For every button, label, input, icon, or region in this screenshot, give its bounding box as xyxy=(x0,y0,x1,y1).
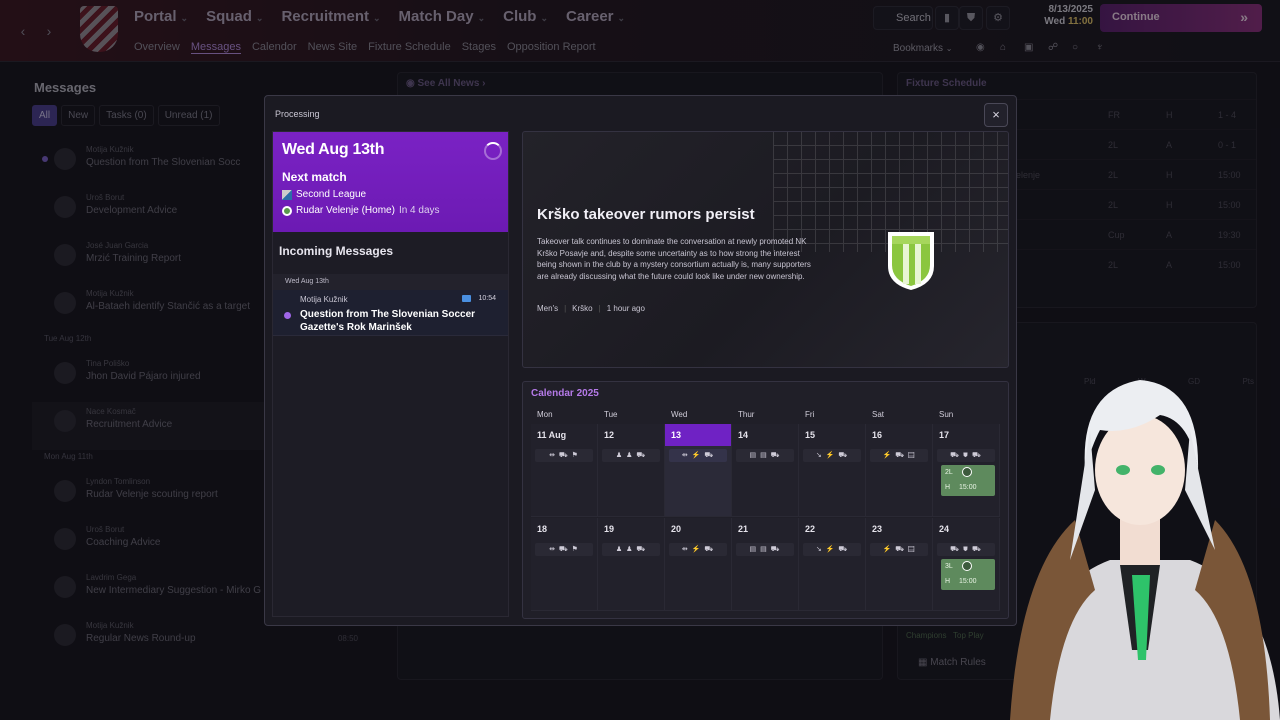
news-tag-club: Krško xyxy=(572,304,593,313)
calendar-match[interactable]: 2L H 15:00 xyxy=(941,465,995,496)
weekday-label: Thur xyxy=(738,410,755,419)
weekday-label: Fri xyxy=(805,410,815,419)
calendar-day[interactable]: 20 ⇹ ⚡ ⛟ xyxy=(665,518,732,611)
match-competition: 2L xyxy=(945,469,953,476)
opponent-name: Rudar Velenje (Home) xyxy=(296,205,395,216)
match-venue: H xyxy=(945,578,951,585)
opponent-badge-icon xyxy=(962,467,972,477)
unread-dot xyxy=(284,312,291,319)
competition-name: Second League xyxy=(296,189,367,200)
countdown: In 4 days xyxy=(398,205,440,216)
day-activities-icons[interactable]: ▤ ▤ ⛟ xyxy=(736,449,794,462)
competition-row: Second League xyxy=(282,189,499,200)
news-card[interactable]: Krško takeover rumors persist Takeover t… xyxy=(522,131,1009,368)
weekday-label: Tue xyxy=(604,410,618,419)
day-number: 12 xyxy=(604,430,615,440)
day-number: 11 Aug xyxy=(537,430,567,440)
chat-icon xyxy=(462,295,471,302)
calendar-day[interactable]: 17 ⛟ ⛊ ⛟ 2L H 15:00 xyxy=(933,424,1000,517)
modal-title: Processing xyxy=(275,109,320,119)
news-body: Takeover talk continues to dominate the … xyxy=(537,237,811,282)
day-activities-icons[interactable]: ♟ ♟ ⛟ xyxy=(602,543,660,556)
calendar-grid: 11 Aug ⇹ ⛟ ⚑ 12 ♟ ♟ ⛟ 13 ⇹ ⚡ ⛟ 14 ▤ ▤ ⛟ 15 ↘ ⚡ ⛟ 1… xyxy=(531,424,1001,611)
processing-panel: Wed Aug 13th Next match Second League Ru… xyxy=(272,131,509,617)
calendar-day[interactable]: 14 ▤ ▤ ⛟ xyxy=(732,424,799,517)
day-activities-icons[interactable]: ⚡ ⛟ ▤ xyxy=(870,449,928,462)
close-button[interactable]: × xyxy=(984,103,1008,127)
day-activities-icons[interactable]: ⇹ ⛟ ⚑ xyxy=(535,543,593,556)
day-activities-icons[interactable]: ↘ ⚡ ⛟ xyxy=(803,449,861,462)
day-number: 14 xyxy=(738,430,749,440)
calendar-day[interactable]: 18 ⇹ ⛟ ⚑ xyxy=(531,518,598,611)
day-activities-icons[interactable]: ↘ ⚡ ⛟ xyxy=(803,543,861,556)
processing-date: Wed Aug 13th xyxy=(282,141,385,158)
weekday-label: Sun xyxy=(939,410,954,419)
match-venue: H xyxy=(945,484,951,491)
processing-header: Wed Aug 13th Next match Second League Ru… xyxy=(273,132,508,232)
calendar-match[interactable]: 3L H 15:00 xyxy=(941,559,995,590)
day-activities-icons[interactable]: ⇹ ⛟ ⚑ xyxy=(535,449,593,462)
calendar-day[interactable]: 12 ♟ ♟ ⛟ xyxy=(598,424,665,517)
weekday-label: Mon xyxy=(537,410,553,419)
day-activities-icons[interactable]: ⇹ ⚡ ⛟ xyxy=(669,543,727,556)
day-number: 21 xyxy=(738,524,749,534)
day-activities-icons[interactable]: ⛟ ⛊ ⛟ xyxy=(937,449,995,462)
incoming-message[interactable]: Motija Kužnik Question from The Slovenia… xyxy=(273,290,508,336)
day-number: 23 xyxy=(872,524,883,534)
calendar-day[interactable]: 19 ♟ ♟ ⛟ xyxy=(598,518,665,611)
match-time: 15:00 xyxy=(959,484,977,491)
calendar-day[interactable]: 13 ⇹ ⚡ ⛟ xyxy=(665,424,732,517)
krsko-crest-icon xyxy=(888,232,934,290)
message-subject: Question from The Slovenian Soccer Gazet… xyxy=(300,309,476,333)
calendar-day[interactable]: 11 Aug ⇹ ⛟ ⚑ xyxy=(531,424,598,517)
streamer-avatar xyxy=(1010,380,1280,720)
weekday-header: Mon Tue Wed Thur Fri Sat Sun xyxy=(531,410,1001,419)
match-competition: 3L xyxy=(945,563,953,570)
calendar-day[interactable]: 22 ↘ ⚡ ⛟ xyxy=(799,518,866,611)
weekday-label: Sat xyxy=(872,410,885,419)
calendar-day[interactable]: 21 ▤ ▤ ⛟ xyxy=(732,518,799,611)
calendar-day[interactable]: 15 ↘ ⚡ ⛟ xyxy=(799,424,866,517)
day-number: 16 xyxy=(872,430,883,440)
day-number: 17 xyxy=(939,430,950,440)
opponent-crest-icon xyxy=(282,205,292,216)
league-icon xyxy=(282,189,292,200)
day-activities-icons[interactable]: ⛟ ⛊ ⛟ xyxy=(937,543,995,556)
loading-spinner-icon xyxy=(484,142,502,160)
calendar: Calendar 2025 Mon Tue Wed Thur Fri Sat Sun 11 … xyxy=(522,381,1009,619)
day-activities-icons[interactable]: ⇹ ⚡ ⛟ xyxy=(669,449,727,462)
message-time: 10:54 xyxy=(478,295,496,302)
calendar-day[interactable]: 23 ⚡ ⛟ ▤ xyxy=(866,518,933,611)
processing-modal: Processing × Wed Aug 13th Next match Sec… xyxy=(264,95,1017,626)
day-number: 19 xyxy=(604,524,615,534)
calendar-day[interactable]: 16 ⚡ ⛟ ▤ xyxy=(866,424,933,517)
message-from: Motija Kužnik xyxy=(300,295,348,304)
incoming-date: Wed Aug 13th xyxy=(273,274,508,290)
opponent-row[interactable]: Rudar Velenje (Home) In 4 days xyxy=(282,205,499,216)
news-tags: Men's | Krško | 1 hour ago xyxy=(537,304,645,313)
news-tag-category: Men's xyxy=(537,304,559,313)
calendar-day[interactable]: 24 ⛟ ⛊ ⛟ 3L H 15:00 xyxy=(933,518,1000,611)
day-activities-icons[interactable]: ⚡ ⛟ ▤ xyxy=(870,543,928,556)
day-number: 24 xyxy=(939,524,950,534)
day-number: 22 xyxy=(805,524,816,534)
next-match-label: Next match xyxy=(282,170,347,184)
incoming-messages-title: Incoming Messages xyxy=(279,244,394,258)
day-number: 15 xyxy=(805,430,816,440)
calendar-title: Calendar 2025 xyxy=(531,388,599,399)
day-activities-icons[interactable]: ♟ ♟ ⛟ xyxy=(602,449,660,462)
opponent-badge-icon xyxy=(962,561,972,571)
day-number: 13 xyxy=(665,424,731,446)
weekday-label: Wed xyxy=(671,410,688,419)
news-headline: Krško takeover rumors persist xyxy=(537,206,755,223)
news-tag-time: 1 hour ago xyxy=(606,304,645,313)
day-activities-icons[interactable]: ▤ ▤ ⛟ xyxy=(736,543,794,556)
day-number: 20 xyxy=(671,524,682,534)
day-number: 18 xyxy=(537,524,548,534)
match-time: 15:00 xyxy=(959,578,977,585)
